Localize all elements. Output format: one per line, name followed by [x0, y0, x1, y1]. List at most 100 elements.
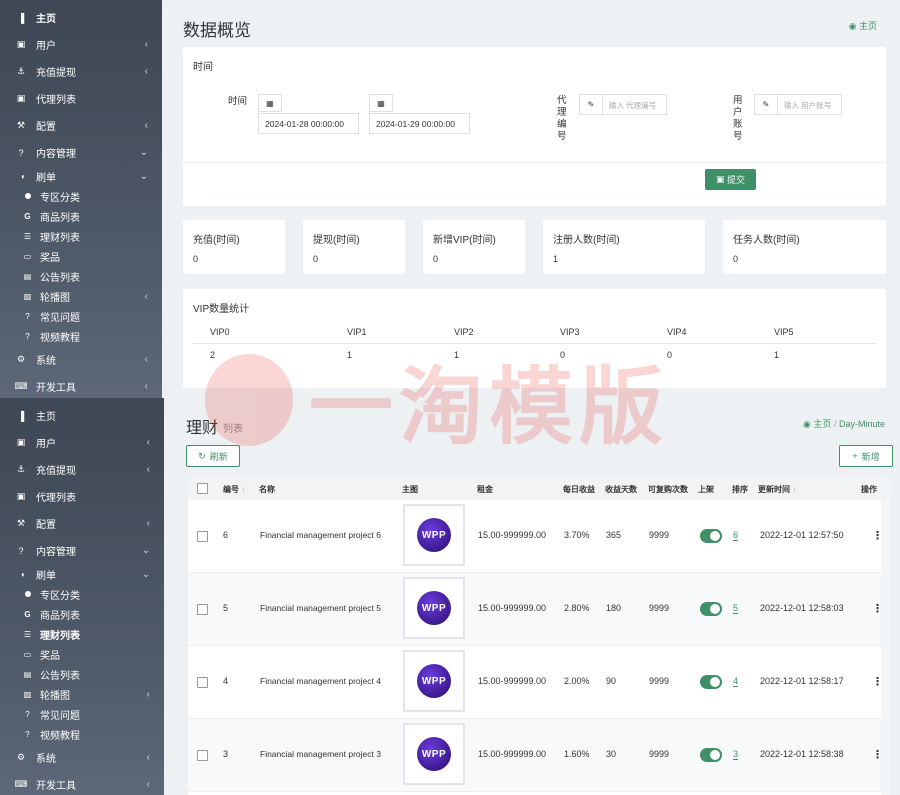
sidebar-item-zone-category[interactable]: 专区分类 [0, 584, 164, 604]
breadcrumb[interactable]: ◉ 主页 [849, 19, 877, 32]
sidebar-item-faq[interactable]: ? 常见问题 [0, 306, 162, 326]
chevron-down-icon: ⌄ [139, 147, 148, 158]
wpp-logo: WPP [417, 518, 451, 552]
sidebar-item-brush[interactable]: ◐ 刷单 ⌄ [0, 166, 162, 186]
table-row[interactable]: 5 Financial management project 5 WPP 15.… [188, 573, 890, 646]
add-button[interactable]: + 新增 [839, 445, 893, 467]
sidebar-item-content[interactable]: ? 内容管理 ⌄ [0, 537, 164, 564]
money-icon: ▭ [23, 251, 32, 261]
vip-header: VIP0 [210, 327, 230, 337]
time-label: 时间 [228, 96, 248, 107]
table-row[interactable]: 6 Financial management project 6 WPP 15.… [188, 500, 890, 573]
sidebar-item-videos[interactable]: ? 视频教程 [0, 326, 162, 346]
sort-value[interactable]: 5 [733, 603, 739, 614]
adjust-icon: ◐ [21, 171, 26, 181]
chevron-left-icon: ‹ [146, 464, 150, 475]
sidebar-item-recharge[interactable]: ⚓ 充值提现 ‹ [0, 456, 164, 483]
sidebar-item-prizes[interactable]: ▭ 奖品 [0, 246, 162, 266]
sidebar-item-devtools[interactable]: ⌨ 开发工具 ‹ [0, 373, 162, 400]
gear-icon: ⚙ [16, 354, 26, 364]
user-icon: ▣ [16, 39, 26, 49]
select-all-checkbox[interactable] [197, 483, 208, 494]
product-image[interactable]: WPP [403, 577, 465, 639]
vip-value: 2 [210, 350, 216, 360]
row-checkbox[interactable] [197, 531, 208, 542]
filter-form: 时间 时间 ▦ 2024-01-28 00:00:00 ▦ 2024-01-29… [183, 47, 886, 206]
row-checkbox[interactable] [197, 750, 208, 761]
breadcrumb-home[interactable]: 主页 [813, 419, 831, 429]
list-icon: ☰ [23, 629, 32, 639]
sidebar-bottom: ▐ 主页 ▣ 用户 ‹ ⚓ 充值提现 ‹ ▣ 代理列表 ⚒ 配置 ‹ ? 内容管理 ⌄ ◐ 刷单 ⌄ 专… [0, 398, 164, 795]
sidebar-item-config[interactable]: ⚒ 配置 ‹ [0, 112, 162, 139]
table-row[interactable]: 4 Financial management project 4 WPP 15.… [188, 646, 890, 719]
product-image[interactable]: WPP [403, 504, 465, 566]
user-icon: ▣ [16, 491, 26, 501]
sort-value[interactable]: 4 [733, 676, 739, 687]
table-row[interactable]: 3 Financial management project 3 WPP 15.… [188, 719, 890, 792]
shelf-toggle[interactable] [700, 748, 722, 762]
vip-value: 0 [667, 350, 673, 360]
chevron-left-icon: ‹ [146, 752, 150, 763]
vip-stats-title: VIP数量统计 [193, 304, 250, 315]
sidebar-item-config[interactable]: ⚒ 配置 ‹ [0, 510, 164, 537]
plus-icon: + [852, 451, 858, 461]
product-image[interactable]: WPP [403, 723, 465, 785]
sidebar-item-videos[interactable]: ? 视频教程 [0, 724, 164, 744]
user-account-input[interactable]: 输入 用户账号 [777, 94, 842, 115]
table-scrollbar[interactable] [881, 500, 890, 795]
sidebar-item-products[interactable]: G 商品列表 [0, 604, 164, 624]
th-id[interactable]: 编号 ↑ [223, 484, 245, 495]
sidebar-item-carousel[interactable]: ▨ 轮播图 ‹ [0, 286, 162, 306]
sidebar-item-agents[interactable]: ▣ 代理列表 [0, 483, 164, 510]
row-checkbox[interactable] [197, 604, 208, 615]
sidebar-item-notices[interactable]: ▤ 公告列表 [0, 266, 162, 286]
sort-value[interactable]: 3 [733, 749, 739, 760]
end-date-input[interactable]: 2024-01-29 00:00:00 [369, 113, 470, 134]
sort-value[interactable]: 6 [733, 530, 739, 541]
sidebar-item-home[interactable]: ▐ 主页 [0, 4, 162, 31]
sidebar-item-finance[interactable]: ☰ 理财列表 [0, 226, 162, 246]
sidebar-item-home[interactable]: ▐ 主页 [0, 402, 164, 429]
chevron-down-icon: ⌄ [139, 170, 148, 182]
submit-button[interactable]: ▣ 提交 [705, 169, 756, 190]
sidebar-item-notices[interactable]: ▤ 公告列表 [0, 664, 164, 684]
row-checkbox[interactable] [197, 677, 208, 688]
user-icon: ▣ [16, 437, 26, 447]
chevron-down-icon: ⌄ [141, 545, 150, 556]
sidebar-item-devtools[interactable]: ⌨ 开发工具 ‹ [0, 771, 164, 795]
calendar-icon[interactable]: ▦ [258, 94, 282, 112]
page-title: 数据概览 [183, 21, 251, 40]
agent-id-input[interactable]: 输入 代理编号 [602, 94, 667, 115]
shelf-toggle[interactable] [700, 529, 722, 543]
sidebar-item-finance-active[interactable]: ☰ 理财列表 [0, 624, 164, 644]
doc-icon: ▤ [23, 669, 32, 679]
sidebar-item-content[interactable]: ? 内容管理 ⌄ [0, 139, 162, 166]
shelf-toggle[interactable] [700, 602, 722, 616]
sidebar-item-zone-category[interactable]: 专区分类 [0, 186, 162, 206]
bar-chart-icon: ▐ [17, 12, 25, 23]
th-rent: 租金 [477, 485, 493, 494]
question-icon: ? [25, 331, 30, 341]
th-updated[interactable]: 更新时间 ↑ [758, 484, 796, 495]
sidebar-item-carousel[interactable]: ▨ 轮播图 ‹ [0, 684, 164, 704]
dashboard-icon: ◉ [848, 21, 857, 31]
sidebar-item-recharge[interactable]: ⚓ 充值提现 ‹ [0, 58, 162, 85]
start-date-input[interactable]: 2024-01-28 00:00:00 [258, 113, 359, 134]
chevron-left-icon: ‹ [146, 779, 150, 790]
product-image[interactable]: WPP [403, 650, 465, 712]
sidebar-item-products[interactable]: G 商品列表 [0, 206, 162, 226]
chevron-left-icon: ‹ [144, 66, 148, 77]
refresh-button[interactable]: ↻ 刷新 [186, 445, 240, 467]
sort-icon: ↑ [241, 485, 246, 494]
sidebar-item-system[interactable]: ⚙ 系统 ‹ [0, 346, 162, 373]
sidebar-item-prizes[interactable]: ▭ 奖品 [0, 644, 164, 664]
wpp-logo: WPP [417, 737, 451, 771]
shelf-toggle[interactable] [700, 675, 722, 689]
sidebar-item-agents[interactable]: ▣ 代理列表 [0, 85, 162, 112]
sidebar-item-users[interactable]: ▣ 用户 ‹ [0, 429, 164, 456]
sidebar-item-system[interactable]: ⚙ 系统 ‹ [0, 744, 164, 771]
sidebar-item-faq[interactable]: ? 常见问题 [0, 704, 164, 724]
sidebar-item-brush[interactable]: ◐ 刷单 ⌄ [0, 564, 164, 584]
calendar-icon[interactable]: ▦ [369, 94, 393, 112]
sidebar-item-users[interactable]: ▣ 用户 ‹ [0, 31, 162, 58]
